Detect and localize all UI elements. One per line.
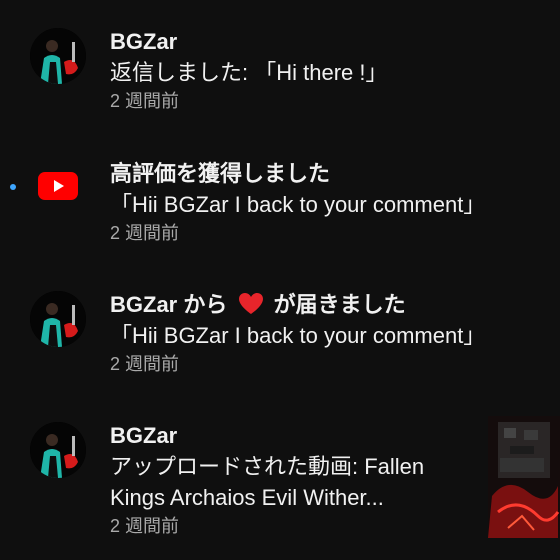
notification-message: 返信しました: 「Hi there !」	[110, 60, 388, 85]
author-name: BGZar	[110, 423, 178, 448]
timestamp: 2 週間前	[110, 354, 180, 374]
heart-icon	[238, 293, 263, 314]
notification-list: BGZar 返信しました: 「Hi there !」 2 週間前 高評価を獲得し…	[0, 0, 560, 560]
video-title-line-1: アップロードされた動画: Fallen	[110, 454, 425, 479]
comment-quote: 「Hii BGZar I back to your comment」	[110, 323, 486, 348]
avatar[interactable]	[30, 291, 86, 347]
notification-headline: 高評価を獲得しました	[110, 161, 331, 186]
comment-quote: 「Hii BGZar I back to your comment」	[110, 192, 486, 217]
timestamp: 2 週間前	[110, 91, 180, 111]
avatar[interactable]	[30, 28, 86, 84]
author-name: BGZar	[110, 292, 178, 317]
text-from: から	[183, 292, 228, 317]
timestamp: 2 週間前	[110, 223, 180, 243]
notification-text: BGZar アップロードされた動画: Fallen Kings Archaios…	[110, 420, 480, 539]
notification-text: BGZar 返信しました: 「Hi there !」 2 週間前	[110, 26, 560, 114]
timestamp: 2 週間前	[110, 516, 180, 536]
heart-headline: BGZar から が届きました	[110, 289, 560, 320]
notification-upload[interactable]: BGZar アップロードされた動画: Fallen Kings Archaios…	[0, 414, 560, 536]
video-thumbnail[interactable]	[488, 416, 560, 538]
notification-text: BGZar から が届きました 「Hii BGZar I back to you…	[110, 289, 560, 377]
youtube-logo-icon	[38, 172, 78, 200]
author-name: BGZar	[110, 29, 178, 54]
video-title-line-2: Kings Archaios Evil Wither...	[110, 485, 384, 510]
unread-dot	[10, 184, 16, 190]
avatar[interactable]	[30, 422, 86, 478]
notification-like[interactable]: 高評価を獲得しました 「Hii BGZar I back to your com…	[0, 152, 560, 272]
notification-heart[interactable]: BGZar から が届きました 「Hii BGZar I back to you…	[0, 283, 560, 403]
text-received: が届きました	[273, 292, 406, 317]
notification-reply[interactable]: BGZar 返信しました: 「Hi there !」 2 週間前	[0, 20, 560, 140]
notification-text: 高評価を獲得しました 「Hii BGZar I back to your com…	[110, 158, 560, 246]
